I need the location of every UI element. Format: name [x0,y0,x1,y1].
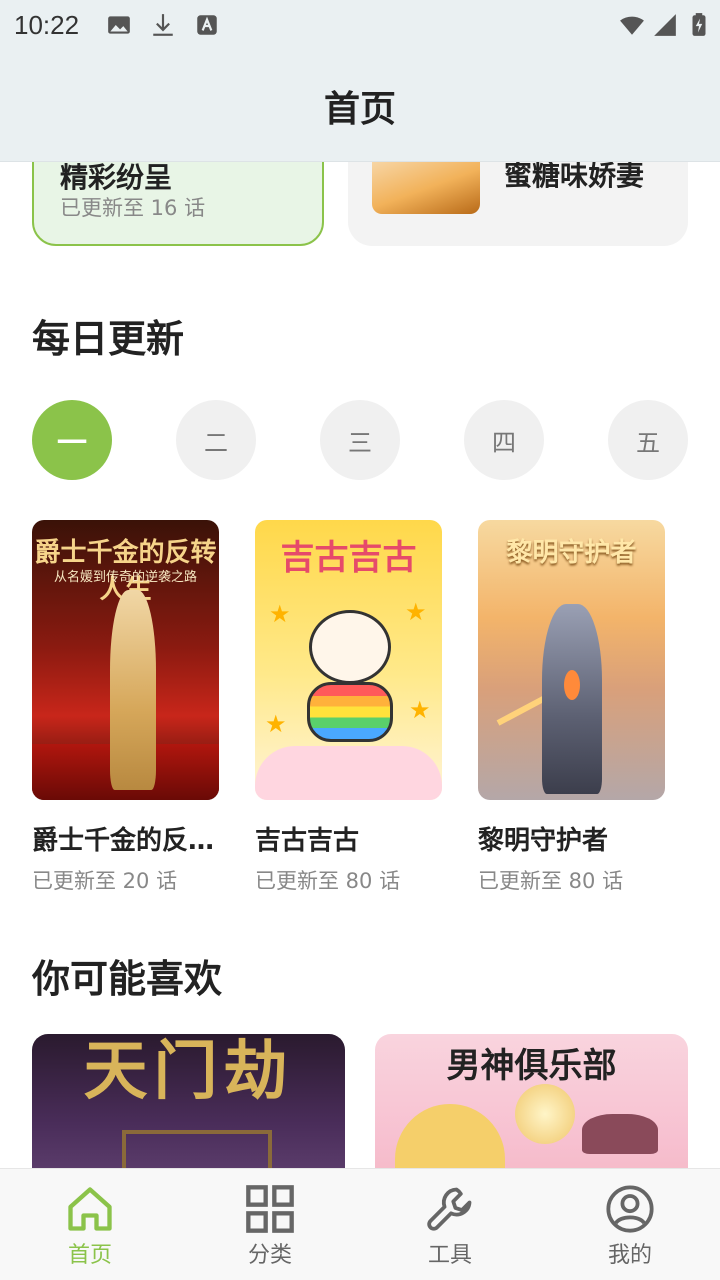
cover-character [309,610,391,684]
featured-card-selected[interactable]: 精彩纷呈 已更新至 16 话 [32,162,324,246]
day-tab-fri[interactable]: 五 [608,400,688,480]
nav-category[interactable]: 分类 [210,1183,330,1269]
app-bar: 首页 [0,50,720,162]
star-icon: ★ [405,598,427,626]
day-tab-mon[interactable]: 一 [32,400,112,480]
book-cover: 吉古吉古 ★ ★ ★ ★ [255,520,442,800]
nav-tools[interactable]: 工具 [390,1183,510,1269]
recommend-title: 你可能喜欢 [32,957,223,1001]
book-card[interactable]: 吉古吉古 ★ ★ ★ ★ 吉古吉古 已更新至 80 话 [255,520,442,895]
book-cover: 黎明守护者 [478,520,665,800]
wrench-icon [427,1187,472,1231]
book-cover: 爵士千金的反转人生 从名媛到传奇的逆袭之路 [32,520,219,800]
cover-title: 吉古吉古 [280,538,417,578]
home-content[interactable]: 精彩纷呈 已更新至 16 话 蜜糖味娇妻 每日更新 一 二 三 四 五 爵士千金… [0,162,720,1168]
status-time: 10:22 [14,10,80,40]
status-bar: 10:22 [0,0,720,50]
bottom-nav: 首页 分类 工具 我的 [0,1168,720,1280]
recommend-card[interactable]: 男神俱乐部 [375,1034,688,1168]
cover-caption: 从名媛到传奇的逆袭之路 [53,570,197,585]
book-progress: 已更新至 20 话 [32,869,178,893]
cover-figure [110,590,156,790]
profile-icon [606,1185,654,1233]
wifi-icon [620,16,644,35]
nav-label: 我的 [607,1243,652,1268]
grid-icon [246,1185,294,1233]
book-name: 爵士千金的反… [32,826,215,856]
font-icon [197,15,217,35]
featured-title: 蜜糖味娇妻 [504,162,645,192]
day-tab-thu[interactable]: 四 [464,400,544,480]
book-card[interactable]: 爵士千金的反转人生 从名媛到传奇的逆袭之路 爵士千金的反… 已更新至 20 话 [32,520,219,895]
featured-title: 精彩纷呈 [60,162,173,194]
day-tab-tue[interactable]: 二 [176,400,256,480]
star-icon: ★ [269,600,291,628]
battery-icon [692,13,706,36]
star-icon: ★ [409,696,431,724]
nav-label: 工具 [427,1243,472,1268]
signal-icon [654,14,676,36]
featured-subtitle: 已更新至 16 话 [60,196,206,220]
home-icon [68,1187,112,1231]
book-progress: 已更新至 80 话 [478,869,624,893]
nav-profile[interactable]: 我的 [570,1183,690,1269]
image-icon [108,16,130,34]
nav-label: 分类 [247,1243,292,1268]
page-title: 首页 [323,89,396,130]
download-icon [153,14,173,36]
book-name: 黎明守护者 [478,826,609,856]
daily-update-title: 每日更新 [32,317,185,361]
featured-card[interactable]: 蜜糖味娇妻 [348,162,688,246]
featured-thumbnail [372,162,480,214]
book-card[interactable]: 黎明守护者 黎明守护者 已更新至 80 话 [478,520,665,895]
book-name: 吉古吉古 [255,826,360,856]
nav-home[interactable]: 首页 [30,1183,150,1269]
cover-title: 黎明守护者 [506,538,637,568]
star-icon: ★ [265,710,287,738]
cover-title: 男神俱乐部 [446,1046,617,1086]
book-progress: 已更新至 80 话 [255,869,401,893]
cover-title: 天门劫 [83,1035,294,1109]
recommend-card[interactable]: 天门劫 [32,1034,345,1168]
day-tab-wed[interactable]: 三 [320,400,400,480]
nav-label: 首页 [67,1243,112,1268]
